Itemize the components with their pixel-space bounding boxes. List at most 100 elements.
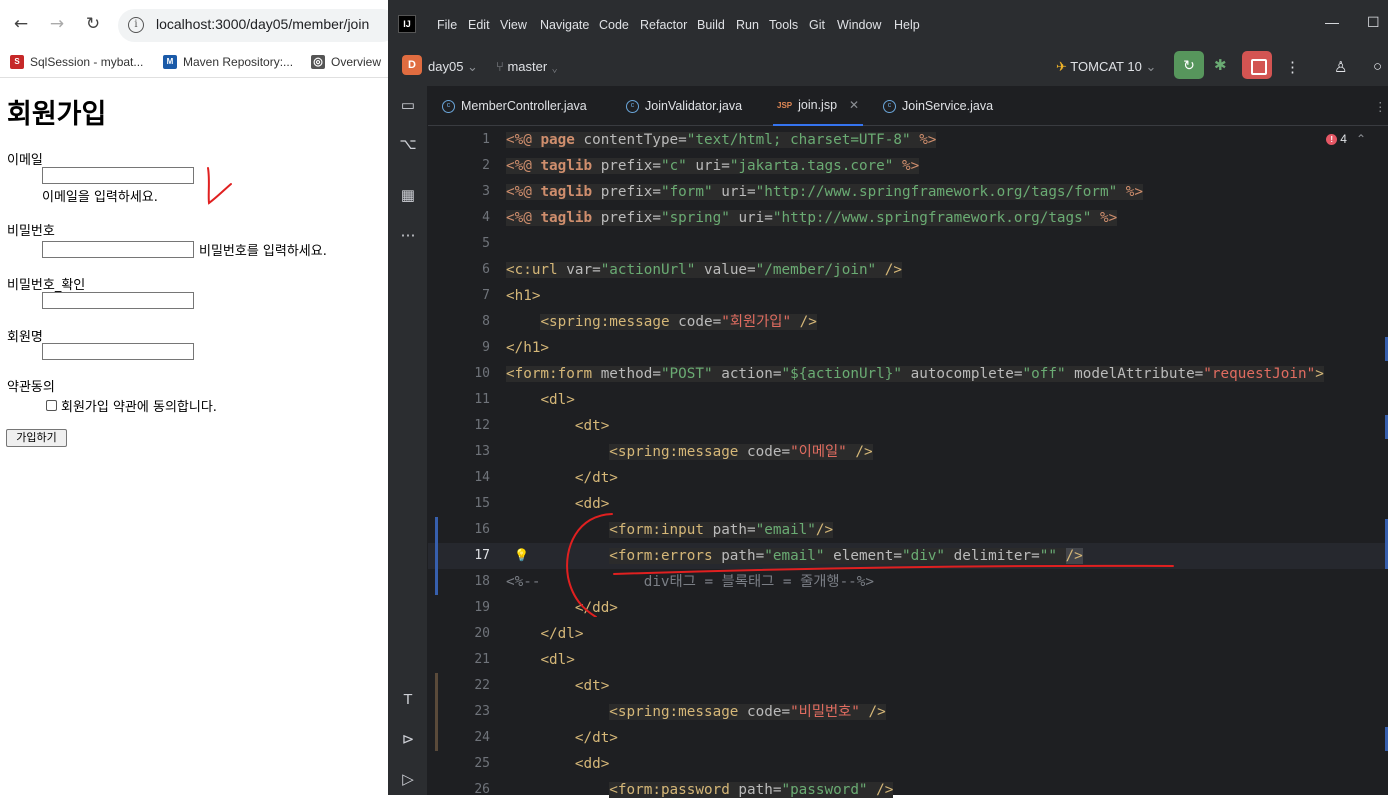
branch-name: master bbox=[507, 59, 548, 74]
menu-view[interactable]: View bbox=[500, 18, 527, 32]
menu-build[interactable]: Build bbox=[697, 18, 725, 32]
menu-edit[interactable]: Edit bbox=[468, 18, 490, 32]
tab-join-service[interactable]: c JoinService.java bbox=[883, 86, 993, 126]
line-number: 24 bbox=[474, 730, 490, 745]
code-line: <%@ page contentType="text/html; charset… bbox=[506, 132, 937, 148]
menu-run[interactable]: Run bbox=[736, 18, 759, 32]
line-number: 2 bbox=[482, 158, 490, 173]
menu-git[interactable]: Git bbox=[809, 18, 825, 32]
code-editor[interactable]: 1 2 3 4 5 6 7 8 9 10 11 12 13 14 15 16 17 18 19 20 21 22 23 24 2… bbox=[428, 127, 1388, 798]
site-info-icon[interactable]: i bbox=[128, 17, 144, 33]
project-folder-icon[interactable]: ▭ bbox=[397, 95, 419, 117]
vcs-change-marker bbox=[435, 517, 438, 595]
browser-toolbar: ← → ↻ i localhost:3000/day05/member/join bbox=[0, 0, 398, 50]
bookmark-maven[interactable]: M Maven Repository:... bbox=[163, 55, 293, 69]
bookmark-overview[interactable]: ◎ Overview bbox=[311, 55, 381, 69]
line-number: 12 bbox=[474, 418, 490, 433]
code-line: <dd> bbox=[574, 756, 610, 772]
code-line: <form:password path="password" /> bbox=[609, 782, 894, 798]
chevron-down-icon: ⌄ bbox=[1145, 59, 1157, 74]
annotation-check-mark bbox=[207, 167, 232, 205]
tab-label: JoinValidator.java bbox=[645, 99, 743, 113]
branch-selector[interactable]: ⑂ master ⌄ bbox=[496, 59, 559, 74]
name-label: 회원명 bbox=[7, 330, 43, 345]
line-number: 26 bbox=[474, 782, 490, 797]
line-number: 3 bbox=[482, 184, 490, 199]
stop-button[interactable] bbox=[1242, 51, 1272, 79]
code-line: <dt> bbox=[574, 678, 610, 694]
code-line: <form:form method="POST" action="${actio… bbox=[506, 366, 1324, 382]
line-number: 7 bbox=[482, 288, 490, 303]
text-format-icon[interactable]: T bbox=[397, 689, 419, 711]
maximize-icon[interactable]: ☐ bbox=[1367, 14, 1380, 31]
bookmark-icon: M bbox=[163, 55, 177, 69]
chevron-down-icon: ⌄ bbox=[467, 59, 478, 74]
terms-agree-row[interactable]: 회원가입 약관에 동의합니다. bbox=[46, 396, 217, 415]
minimize-icon[interactable]: — bbox=[1325, 14, 1339, 30]
menu-help[interactable]: Help bbox=[894, 18, 920, 32]
line-number: 23 bbox=[474, 704, 490, 719]
more-icon[interactable]: ⋮ bbox=[1285, 58, 1300, 76]
project-badge: D bbox=[402, 55, 422, 75]
menu-code[interactable]: Code bbox=[599, 18, 629, 32]
password-confirm-field[interactable] bbox=[42, 292, 194, 309]
tab-label: join.jsp bbox=[798, 98, 838, 112]
code-line: <spring:message code="비밀번호" /> bbox=[609, 704, 886, 720]
password-confirm-label: 비밀번호_확인 bbox=[7, 278, 86, 293]
menu-navigate[interactable]: Navigate bbox=[540, 18, 589, 32]
reload-button[interactable]: ↻ bbox=[82, 13, 104, 35]
project-selector[interactable]: day05 ⌄ bbox=[428, 59, 478, 75]
code-line: <spring:message code="회원가입" /> bbox=[540, 314, 817, 330]
bookmarks-bar: S SqlSession - mybat... M Maven Reposito… bbox=[0, 50, 390, 78]
services-icon[interactable]: ⊳ bbox=[397, 729, 419, 751]
code-line: <%@ taglib prefix="c" uri="jakarta.tags.… bbox=[506, 158, 920, 174]
code-line: </dt> bbox=[574, 730, 618, 746]
commit-icon[interactable]: ⌥ bbox=[397, 134, 419, 156]
code-line: <dt> bbox=[574, 418, 610, 434]
debug-icon[interactable]: ✱ bbox=[1214, 56, 1227, 74]
forward-button[interactable]: → bbox=[46, 13, 68, 35]
line-number: 15 bbox=[474, 496, 490, 511]
tab-join-jsp[interactable]: JSP join.jsp ✕ bbox=[773, 86, 864, 126]
structure-icon[interactable]: ▦ bbox=[397, 185, 419, 207]
tomcat-icon: ✈ bbox=[1056, 59, 1067, 74]
menu-window[interactable]: Window bbox=[837, 18, 881, 32]
tool-window-strip: ▭ ⌥ ▦ ⋯ T ⊳ ▷ bbox=[388, 86, 428, 795]
run-config-selector[interactable]: ✈ TOMCAT 10 ⌄ bbox=[1056, 59, 1156, 75]
address-bar[interactable]: i localhost:3000/day05/member/join bbox=[118, 9, 398, 42]
line-number: 14 bbox=[474, 470, 490, 485]
git-branch-icon: ⑂ bbox=[496, 59, 504, 74]
tab-member-controller[interactable]: c MemberController.java bbox=[442, 86, 587, 126]
rerun-button[interactable]: ↻ bbox=[1174, 51, 1204, 79]
menu-tools[interactable]: Tools bbox=[769, 18, 798, 32]
search-icon[interactable]: ○ bbox=[1373, 58, 1382, 75]
close-icon[interactable]: ✕ bbox=[849, 98, 859, 112]
back-button[interactable]: ← bbox=[10, 13, 32, 35]
tab-join-validator[interactable]: c JoinValidator.java bbox=[626, 86, 742, 126]
code-line: <dl> bbox=[540, 652, 575, 668]
menu-file[interactable]: File bbox=[437, 18, 457, 32]
run-tool-icon[interactable]: ▷ bbox=[397, 769, 419, 791]
bookmark-sqlsession[interactable]: S SqlSession - mybat... bbox=[10, 55, 143, 69]
name-field[interactable] bbox=[42, 343, 194, 360]
code-line: <%@ taglib prefix="form" uri="http://www… bbox=[506, 184, 1144, 200]
menu-refactor[interactable]: Refactor bbox=[640, 18, 687, 32]
email-field[interactable] bbox=[42, 167, 194, 184]
tab-overflow-menu[interactable]: ⋮ bbox=[1374, 86, 1387, 126]
bookmark-label: Maven Repository:... bbox=[183, 55, 294, 69]
join-button[interactable]: 가입하기 bbox=[6, 429, 67, 447]
jsp-file-icon: JSP bbox=[777, 100, 793, 110]
line-number: 9 bbox=[482, 340, 490, 355]
code-line: <h1> bbox=[506, 288, 541, 304]
code-content[interactable]: <%@ page contentType="text/html; charset… bbox=[506, 127, 1386, 798]
address-url[interactable]: localhost:3000/day05/member/join bbox=[156, 16, 369, 32]
line-number: 13 bbox=[474, 444, 490, 459]
editor-tabs: c MemberController.java c JoinValidator.… bbox=[428, 86, 1388, 126]
password-field[interactable] bbox=[42, 241, 194, 258]
terms-checkbox[interactable] bbox=[46, 400, 57, 411]
more-tools-icon[interactable]: ⋯ bbox=[397, 225, 419, 247]
line-number: 19 bbox=[474, 600, 490, 615]
add-user-icon[interactable]: ♙ bbox=[1334, 58, 1347, 76]
line-number: 25 bbox=[474, 756, 490, 771]
